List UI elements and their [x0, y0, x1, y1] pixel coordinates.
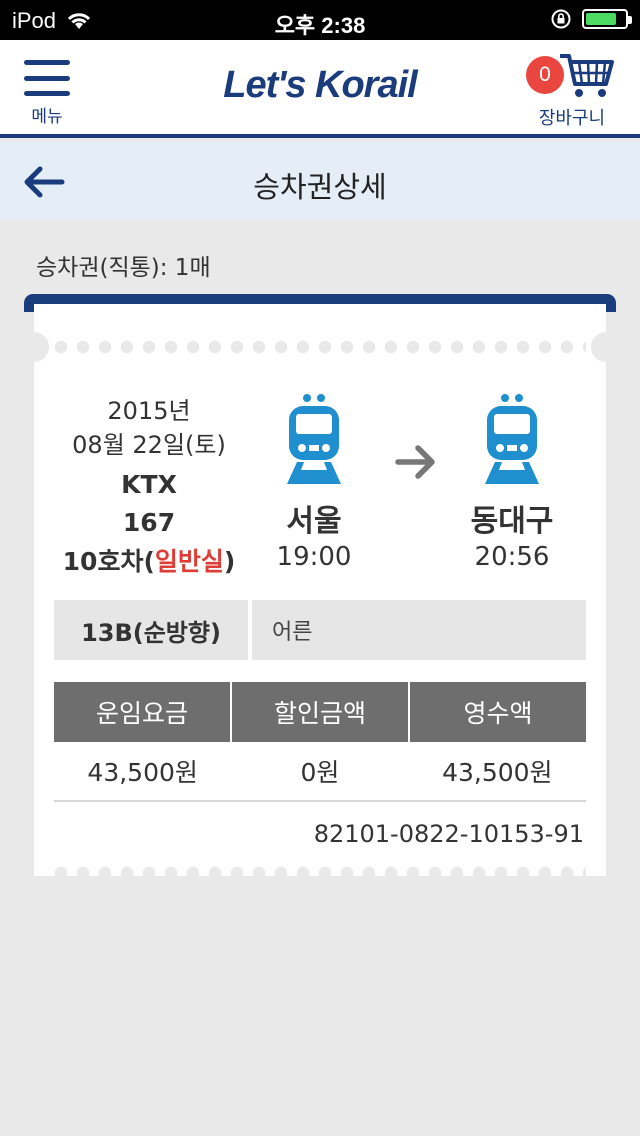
ticket-perforation — [54, 866, 586, 880]
car-info: 10호차(일반실) — [62, 547, 236, 576]
app-header: 메뉴 Let's Korail 0 장바구니 — [0, 40, 640, 138]
travel-year: 2015년 — [107, 397, 191, 425]
cart-count-badge: 0 — [526, 56, 564, 94]
cart-label: 장바구니 — [538, 108, 606, 129]
travel-date: 08월 22일(토) — [72, 431, 226, 459]
fare-header-received: 영수액 — [410, 682, 586, 742]
train-icon — [485, 394, 539, 484]
arrow-right-icon — [395, 445, 435, 479]
car-class: 일반실 — [154, 547, 224, 576]
arrival-station-name: 동대구 — [470, 504, 554, 539]
train-name: KTX — [121, 470, 177, 499]
sub-header: 승차권상세 — [0, 142, 640, 220]
fare-table: 운임요금 할인금액 영수액 43,500원 0원 43,500원 — [54, 682, 586, 802]
train-number: 167 — [122, 508, 176, 537]
fare-value-discount: 0원 — [300, 758, 340, 787]
cart-button[interactable]: 0 장바구니 — [524, 50, 620, 132]
fare-header-discount: 할인금액 — [232, 682, 408, 742]
fare-value-received: 43,500원 — [442, 758, 553, 787]
departure-time: 19:00 — [276, 542, 352, 572]
arrival-time: 20:56 — [474, 542, 550, 572]
departure-station-name: 서울 — [286, 504, 342, 539]
seat-row: 13B(순방향) 어른 — [54, 600, 586, 660]
status-time: 오후 2:38 — [274, 13, 366, 38]
train-icon — [287, 394, 341, 484]
arrival-station: 동대구 20:56 — [452, 392, 572, 572]
ticket-card: 2015년 08월 22일(토) KTX 167 10호차(일반실) 서울 19… — [19, 304, 621, 880]
ticket-perforation — [54, 340, 586, 354]
cart-icon — [560, 54, 614, 97]
fare-table-header: 운임요금 할인금액 영수액 — [54, 682, 586, 742]
fare-value-fare: 43,500원 — [87, 758, 198, 787]
ticket-count-label: 승차권(직통): 1매 — [36, 255, 211, 281]
page-title: 승차권상세 — [253, 170, 387, 204]
passenger-type: 어른 — [252, 600, 586, 660]
fare-header-fare: 운임요금 — [54, 682, 230, 742]
train-info: 2015년 08월 22일(토) KTX 167 10호차(일반실) — [44, 394, 254, 582]
status-bar: iPod 오후 2:38 — [0, 0, 640, 40]
seat-number: 13B(순방향) — [54, 600, 248, 660]
fare-table-row: 43,500원 0원 43,500원 — [54, 742, 586, 802]
ticket-number: 82101-0822-10153-91 — [313, 820, 584, 848]
battery-icon — [582, 9, 632, 29]
departure-station: 서울 19:00 — [254, 392, 374, 572]
rotation-lock-icon — [551, 9, 571, 29]
